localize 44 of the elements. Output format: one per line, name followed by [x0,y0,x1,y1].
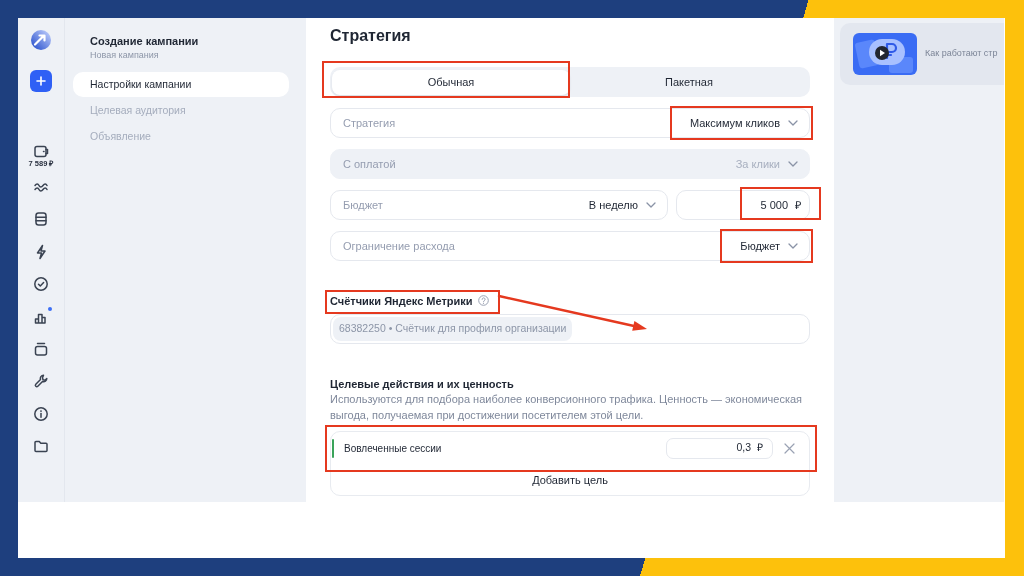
close-icon[interactable] [784,442,795,454]
nav-subtitle: Новая кампания [90,49,160,61]
play-icon[interactable] [875,46,889,60]
logo-icon[interactable] [31,30,51,50]
chevron-down-icon [788,119,798,126]
video-title: Как работают стр [925,47,998,61]
section-description: Используются для подбора наиболее конверсионного трафика. Ценность — экономическая выгода, получаемая при достижении посетителем этой цели. [330,391,804,423]
status-stripe [332,438,334,458]
section-heading: Счётчики Яндекс Метрики [330,293,473,308]
folder-icon[interactable] [33,438,49,455]
field-label: Ограничение расхода [343,238,455,254]
select-field[interactable]: Стратегия Максимум кликов [330,107,810,138]
goal-value-field[interactable]: 0,3 ₽ [666,437,773,459]
section-title: Стратегия [330,26,412,46]
counter-chip: 68382250 • Счётчик для профиля организации [333,316,573,341]
field-label: С оплатой [343,156,396,172]
wrench-icon[interactable] [33,373,49,390]
strategy-tab[interactable]: Обычная [332,69,570,95]
goal-name: Вовлеченные сессии [344,441,442,456]
field-label: Бюджет [343,197,383,213]
database-icon[interactable] [33,211,49,228]
add-campaign-button[interactable] [30,70,52,92]
nav-title: Создание кампании [90,34,200,48]
select-value: Бюджет [740,238,780,254]
check-circle-icon[interactable] [33,276,49,293]
chevron-down-icon [646,201,656,208]
strategy-tab[interactable]: Пакетная [570,69,808,95]
nav-item[interactable]: Настройки кампании [73,72,289,97]
add-goal-button[interactable]: Добавить цель [331,464,809,495]
select-field[interactable]: Ограничение расхода Бюджет [330,230,810,261]
budget-period-field[interactable]: Бюджет В неделю [330,189,668,220]
field-label: Стратегия [343,115,396,131]
select-value: За клики [735,156,780,172]
chevron-down-icon [788,160,798,167]
chevron-down-icon [788,242,798,249]
amount-field[interactable]: 5 000 ₽ [676,189,810,220]
video-thumbnail[interactable] [853,33,917,75]
select-value: В неделю [588,197,638,213]
section-heading: Целевые действия и их ценность [330,376,515,391]
plus-icon [36,76,46,86]
info-icon[interactable] [33,405,49,422]
wallet-icon[interactable] [33,143,49,159]
cards-icon[interactable] [33,340,49,357]
select-value: Максимум кликов [689,115,780,131]
